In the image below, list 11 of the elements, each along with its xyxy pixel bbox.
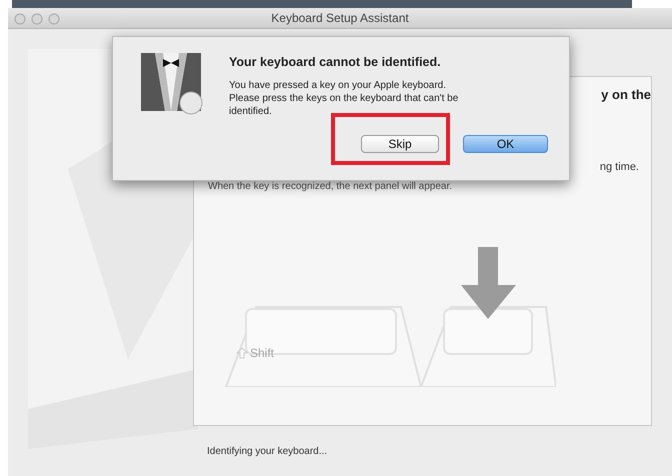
skip-button[interactable]: Skip — [361, 135, 439, 153]
ok-button[interactable]: OK — [463, 135, 548, 153]
key-label: Shift — [250, 346, 274, 360]
panel-heading: y on the — [601, 87, 651, 102]
dialog-message: You have pressed a key on your Apple keyboard. Please press the keys on the keyboard that can't be identified. — [229, 79, 460, 118]
panel-note: When the key is recognized, the next panel will appear. — [208, 181, 452, 192]
window-title: Keyboard Setup Assistant — [271, 11, 409, 25]
status-text: Identifying your keyboard... — [207, 446, 328, 457]
shift-icon — [236, 347, 248, 359]
dialog-title: Your keyboard cannot be identified. — [229, 55, 441, 69]
panel-text: ng time. — [600, 161, 639, 173]
